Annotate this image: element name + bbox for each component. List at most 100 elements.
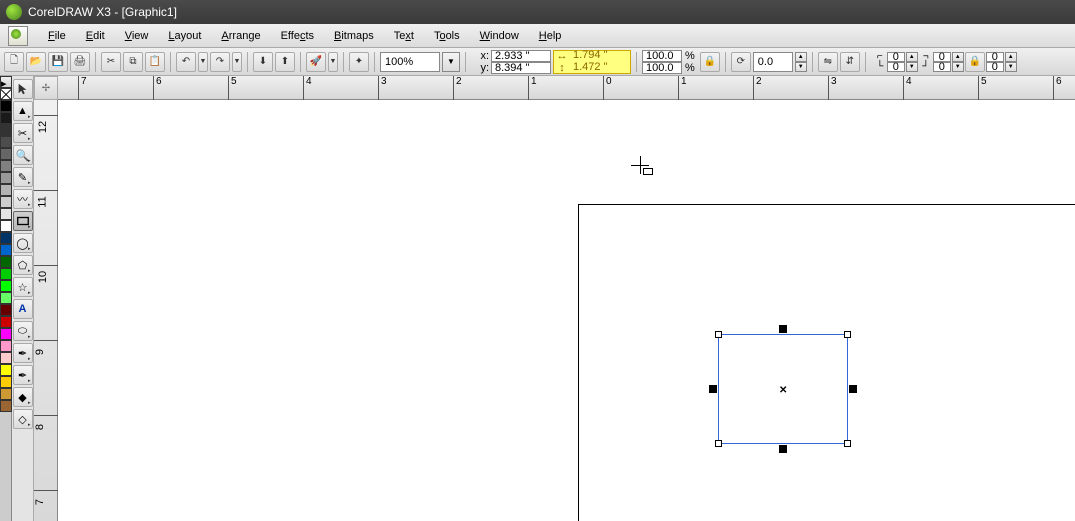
swatch[interactable] xyxy=(0,376,12,388)
swatch[interactable] xyxy=(0,184,12,196)
swatch[interactable] xyxy=(0,160,12,172)
launcher-dropdown[interactable]: ▼ xyxy=(328,52,338,72)
swatch[interactable] xyxy=(0,292,12,304)
swatch[interactable] xyxy=(0,328,12,340)
handle-top[interactable] xyxy=(779,325,787,333)
lock-ratio-button[interactable]: 🔒 xyxy=(700,52,720,72)
x-position-input[interactable]: 2.933 " xyxy=(491,50,551,62)
swatch[interactable] xyxy=(0,268,12,280)
mirror-v-button[interactable]: ⇵ xyxy=(840,52,860,72)
launcher-button[interactable]: 🚀 xyxy=(306,52,326,72)
no-fill-swatch[interactable] xyxy=(0,88,12,100)
menu-window[interactable]: Window xyxy=(470,24,529,48)
corner-b-spinner[interactable]: ▲▼ xyxy=(952,52,964,72)
basicshapes-tool[interactable]: ☆▸ xyxy=(13,277,33,297)
corner-b-bot[interactable]: 0 xyxy=(933,62,951,72)
palette-config-icon[interactable]: ▸ xyxy=(0,76,12,88)
swatch[interactable] xyxy=(0,148,12,160)
scale-x-input[interactable]: 100.0 xyxy=(642,50,682,62)
menu-arrange[interactable]: Arrange xyxy=(211,24,270,48)
welcome-button[interactable]: ✦ xyxy=(349,52,369,72)
app-menu-icon[interactable] xyxy=(8,26,28,46)
horizontal-ruler[interactable]: 7 6 5 4 3 2 1 0 1 2 3 4 5 6 xyxy=(58,76,1075,100)
menu-view[interactable]: View xyxy=(115,24,159,48)
swatch[interactable] xyxy=(0,352,12,364)
corner-c-top[interactable]: 0 xyxy=(986,52,1004,62)
save-button[interactable]: 💾 xyxy=(48,52,68,72)
height-input[interactable]: 1.472 " xyxy=(570,62,630,74)
swatch[interactable] xyxy=(0,340,12,352)
swatch[interactable] xyxy=(0,124,12,136)
crop-tool[interactable]: ✂▸ xyxy=(13,123,33,143)
zoom-input[interactable]: 100% xyxy=(380,52,440,72)
polygon-tool[interactable]: ⬠▸ xyxy=(13,255,33,275)
paste-button[interactable]: 📋 xyxy=(145,52,165,72)
handle-top-right[interactable] xyxy=(844,331,851,338)
redo-dropdown[interactable]: ▼ xyxy=(232,52,242,72)
handle-bottom-right[interactable] xyxy=(844,440,851,447)
swatch[interactable] xyxy=(0,400,12,412)
menu-file[interactable]: File xyxy=(38,24,76,48)
swatch[interactable] xyxy=(0,196,12,208)
swatch[interactable] xyxy=(0,388,12,400)
fill-tool[interactable]: ◆▸ xyxy=(13,387,33,407)
rotation-spinner[interactable]: ▲▼ xyxy=(795,52,807,72)
handle-top-left[interactable] xyxy=(715,331,722,338)
menu-text[interactable]: Text xyxy=(384,24,424,48)
menu-tools[interactable]: Tools xyxy=(424,24,470,48)
corner-c-bot[interactable]: 0 xyxy=(986,62,1004,72)
menu-help[interactable]: Help xyxy=(529,24,572,48)
selected-rectangle[interactable]: ✕ xyxy=(718,334,848,444)
shape-tool[interactable]: ▲▸ xyxy=(13,101,33,121)
ruler-origin[interactable]: ✢ xyxy=(34,76,58,100)
handle-left[interactable] xyxy=(709,385,717,393)
handle-bottom-left[interactable] xyxy=(715,440,722,447)
import-button[interactable]: ⬇ xyxy=(253,52,273,72)
open-button[interactable]: 📂 xyxy=(26,52,46,72)
redo-button[interactable]: ↷ xyxy=(210,52,230,72)
swatch[interactable] xyxy=(0,112,12,124)
swatch[interactable] xyxy=(0,136,12,148)
handle-bottom[interactable] xyxy=(779,445,787,453)
swatch[interactable] xyxy=(0,280,12,292)
swatch[interactable] xyxy=(0,244,12,256)
handle-right[interactable] xyxy=(849,385,857,393)
swatch[interactable] xyxy=(0,304,12,316)
menu-effects[interactable]: Effects xyxy=(271,24,324,48)
menu-edit[interactable]: Edit xyxy=(76,24,115,48)
swatch[interactable] xyxy=(0,100,12,112)
corner-a-top[interactable]: 0 xyxy=(887,52,905,62)
drawing-canvas[interactable]: ✕ xyxy=(58,100,1075,521)
interactive-tool[interactable]: ⬭▸ xyxy=(13,321,33,341)
cut-button[interactable]: ✂ xyxy=(101,52,121,72)
outline-tool[interactable]: ✒▸ xyxy=(13,365,33,385)
zoom-dropdown[interactable]: ▼ xyxy=(442,52,460,72)
ellipse-tool[interactable]: ◯▸ xyxy=(13,233,33,253)
undo-button[interactable]: ↶ xyxy=(176,52,196,72)
export-button[interactable]: ⬆ xyxy=(275,52,295,72)
eyedropper-tool[interactable]: ✒▸ xyxy=(13,343,33,363)
pick-tool[interactable] xyxy=(13,79,33,99)
print-button[interactable]: 🖨 xyxy=(70,52,90,72)
interactivefill-tool[interactable]: ◇▸ xyxy=(13,409,33,429)
swatch[interactable] xyxy=(0,172,12,184)
swatch[interactable] xyxy=(0,220,12,232)
smartdraw-tool[interactable]: 〰▸ xyxy=(13,189,33,209)
swatch[interactable] xyxy=(0,316,12,328)
mirror-h-button[interactable]: ⇋ xyxy=(818,52,838,72)
width-input[interactable]: 1.794 " xyxy=(570,50,630,62)
freehand-tool[interactable]: ✎▸ xyxy=(13,167,33,187)
swatch[interactable] xyxy=(0,364,12,376)
corner-c-spinner[interactable]: ▲▼ xyxy=(1005,52,1017,72)
scale-y-input[interactable]: 100.0 xyxy=(642,62,682,74)
new-button[interactable]: 🗋 xyxy=(4,52,24,72)
corner-a-spinner[interactable]: ▲▼ xyxy=(906,52,918,72)
zoom-tool[interactable]: 🔍▸ xyxy=(13,145,33,165)
copy-button[interactable]: ⧉ xyxy=(123,52,143,72)
corner-a-bot[interactable]: 0 xyxy=(887,62,905,72)
menu-layout[interactable]: Layout xyxy=(158,24,211,48)
vertical-ruler[interactable]: 12 11 10 9 8 7 xyxy=(34,100,58,521)
swatch[interactable] xyxy=(0,256,12,268)
corner-lock-button[interactable]: 🔒 xyxy=(965,52,985,72)
swatch[interactable] xyxy=(0,232,12,244)
